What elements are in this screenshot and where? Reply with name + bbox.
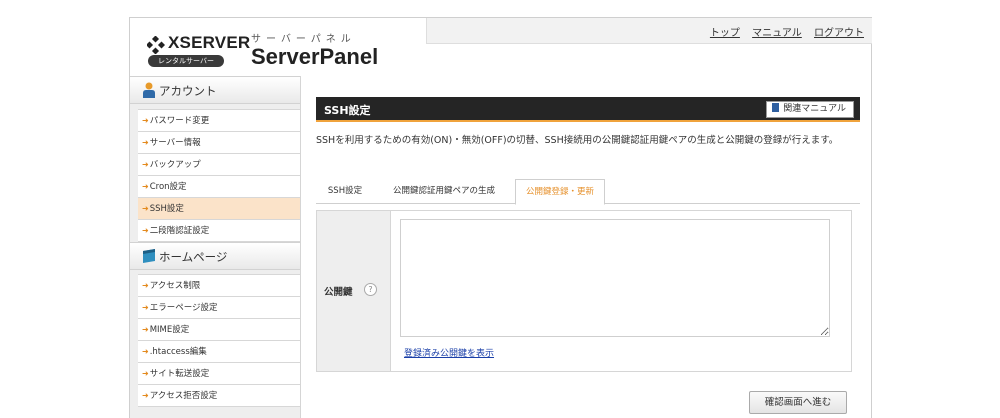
homepage-menu: ➜アクセス制限 ➜エラーページ設定 ➜MIME設定 ➜.htaccess編集 ➜… (138, 274, 300, 407)
brand-name: XSERVER (168, 33, 251, 52)
tab-key-register[interactable]: 公開鍵登録・更新 (515, 179, 605, 205)
top-link[interactable]: トップ (710, 28, 740, 39)
tab-ssh-settings[interactable]: SSH設定 (316, 179, 374, 203)
sidebar: アカウント ➜パスワード変更 ➜サーバー情報 ➜バックアップ ➜Cron設定 ➜… (130, 76, 301, 418)
sidebar-item-htaccess[interactable]: ➜.htaccess編集 (138, 341, 300, 363)
sidebar-item-access-limit[interactable]: ➜アクセス制限 (138, 275, 300, 297)
public-key-textarea[interactable] (400, 219, 830, 337)
arrow-icon: ➜ (142, 182, 149, 191)
logout-link[interactable]: ログアウト (814, 28, 864, 39)
arrow-icon: ➜ (142, 347, 149, 356)
sidebar-item-server-info[interactable]: ➜サーバー情報 (138, 132, 300, 154)
description: SSHを利用するための有効(ON)・無効(OFF)の切替、SSH接続用の公開鍵認… (316, 135, 839, 146)
sidebar-category-account: アカウント (130, 76, 300, 104)
arrow-icon: ➜ (142, 204, 149, 213)
arrow-icon: ➜ (142, 281, 149, 290)
sidebar-category-homepage: ホームページ (130, 242, 300, 270)
header-band: トップ マニュアル ログアウト (426, 18, 872, 44)
manual-link[interactable]: マニュアル (752, 28, 802, 39)
show-registered-keys-link[interactable]: 登録済み公開鍵を表示 (404, 346, 494, 359)
account-menu: ➜パスワード変更 ➜サーバー情報 ➜バックアップ ➜Cron設定 ➜SSH設定 … (138, 109, 300, 242)
arrow-icon: ➜ (142, 226, 149, 235)
panel-kana: サーバーパネル (251, 34, 356, 45)
page-title: SSH設定 (324, 104, 371, 117)
sidebar-item-mime[interactable]: ➜MIME設定 (138, 319, 300, 341)
confirm-button[interactable]: 確認画面へ進む (749, 391, 847, 414)
section-title-bar: SSH設定 関連マニュアル (316, 97, 860, 122)
public-key-label-cell: 公開鍵 ? (317, 211, 391, 371)
arrow-icon: ➜ (142, 138, 149, 147)
book-icon (772, 103, 780, 112)
monitor-icon (143, 249, 155, 263)
panel-title: ServerPanel (251, 44, 379, 69)
brand-badge: レンタルサーバー (148, 55, 224, 67)
sidebar-item-ssh[interactable]: ➜SSH設定 (138, 198, 300, 220)
arrow-icon: ➜ (142, 116, 149, 125)
arrow-icon: ➜ (142, 303, 149, 312)
logo[interactable]: XSERVER レンタルサーバー サーバーパネル ServerPanel (130, 18, 426, 76)
sidebar-item-site-redirect[interactable]: ➜サイト転送設定 (138, 363, 300, 385)
xserver-mark-icon (147, 36, 165, 54)
public-key-label: 公開鍵 (324, 287, 353, 298)
arrow-icon: ➜ (142, 325, 149, 334)
sidebar-item-error-page[interactable]: ➜エラーページ設定 (138, 297, 300, 319)
header-links: トップ マニュアル ログアウト (701, 24, 864, 39)
tab-bar: SSH設定 公開鍵認証用鍵ペアの生成 公開鍵登録・更新 (316, 179, 860, 205)
sidebar-item-cron[interactable]: ➜Cron設定 (138, 176, 300, 198)
arrow-icon: ➜ (142, 391, 149, 400)
tab-keypair-generate[interactable]: 公開鍵認証用鍵ペアの生成 (376, 179, 512, 203)
sidebar-category-label: ホームページ (159, 250, 228, 264)
related-manual-button[interactable]: 関連マニュアル (766, 101, 854, 118)
server-panel-window: XSERVER レンタルサーバー サーバーパネル ServerPanel トップ… (129, 17, 872, 418)
person-icon (143, 82, 155, 98)
sidebar-category-label: アカウント (159, 84, 217, 98)
public-key-form: 公開鍵 ? 登録済み公開鍵を表示 (316, 210, 852, 372)
sidebar-item-access-deny[interactable]: ➜アクセス拒否設定 (138, 385, 300, 407)
help-icon[interactable]: ? (364, 283, 377, 296)
arrow-icon: ➜ (142, 160, 149, 169)
sidebar-item-two-factor[interactable]: ➜二段階認証設定 (138, 220, 300, 242)
header: XSERVER レンタルサーバー サーバーパネル ServerPanel トップ… (130, 18, 872, 76)
arrow-icon: ➜ (142, 369, 149, 378)
sidebar-item-password[interactable]: ➜パスワード変更 (138, 110, 300, 132)
sidebar-item-backup[interactable]: ➜バックアップ (138, 154, 300, 176)
